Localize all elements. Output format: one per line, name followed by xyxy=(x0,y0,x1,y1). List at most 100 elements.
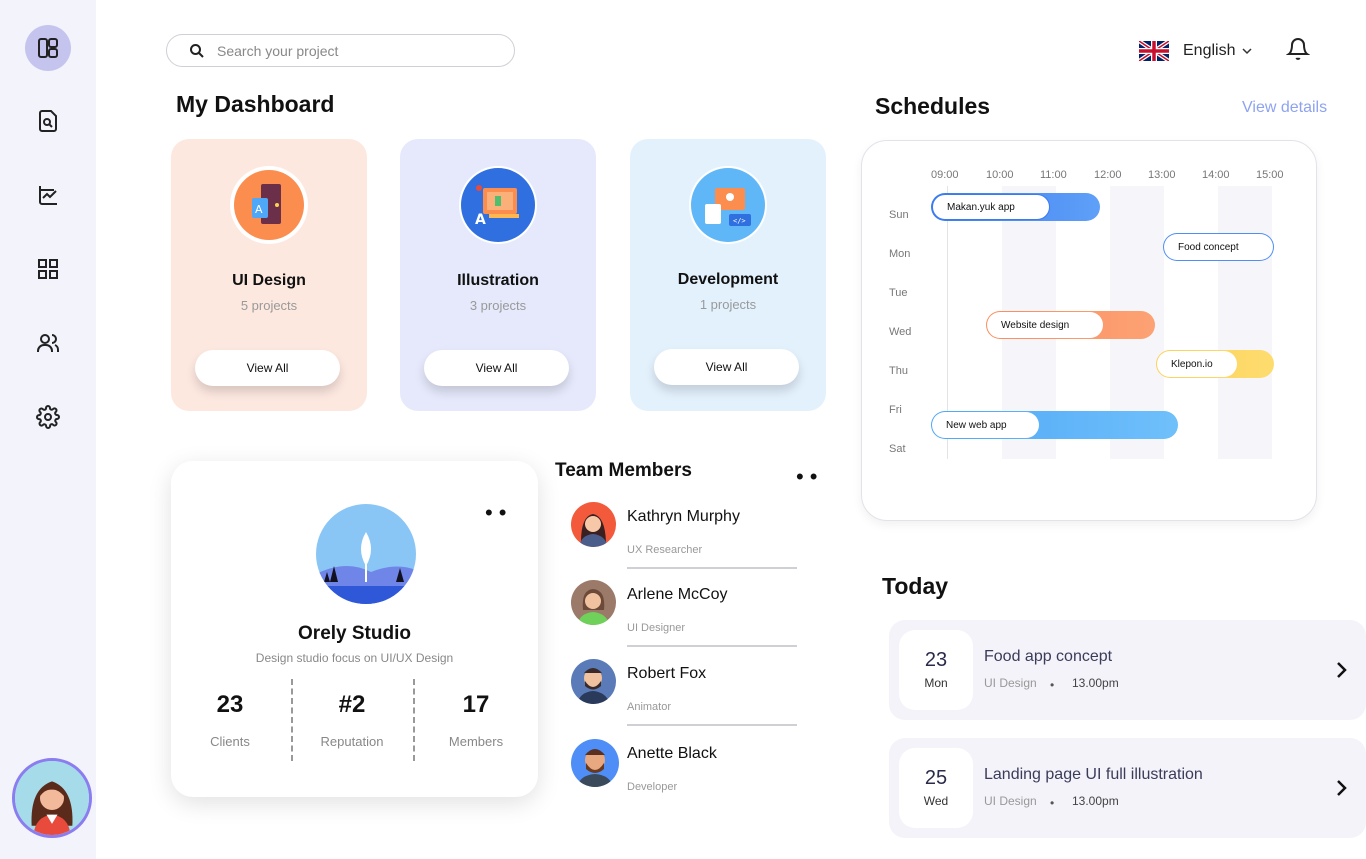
svg-text:A: A xyxy=(255,203,263,216)
chevron-down-icon xyxy=(1242,48,1253,55)
search-input[interactable] xyxy=(217,42,477,59)
member-name: Anette Black xyxy=(627,745,717,762)
search-icon xyxy=(190,43,204,58)
member-name: Arlene McCoy xyxy=(627,586,728,603)
member-avatar xyxy=(571,659,616,704)
day-label: Sun xyxy=(889,209,909,221)
schedule-event[interactable]: Makan.yuk app xyxy=(931,193,1100,221)
chart-icon xyxy=(39,186,57,205)
event-category: UI Design xyxy=(984,794,1037,808)
stat-members: 17 Members xyxy=(421,691,531,749)
member-avatar xyxy=(571,739,619,787)
time-label: 13:00 xyxy=(1148,169,1176,181)
bell-icon[interactable] xyxy=(1286,37,1310,61)
schedule-card: 09:00 10:00 11:00 12:00 13:00 14:00 15:0… xyxy=(861,140,1317,521)
event-label: New web app xyxy=(932,412,1039,438)
time-label: 09:00 xyxy=(931,169,959,181)
more-options-icon[interactable]: •• xyxy=(485,502,512,524)
category-count: 3 projects xyxy=(469,298,527,313)
stat-value: 17 xyxy=(462,691,490,718)
studio-card: •• Orely Studio Design studio focus on U… xyxy=(171,461,538,797)
uk-flag-icon xyxy=(1139,41,1169,61)
schedule-event[interactable]: Food concept xyxy=(1163,233,1274,261)
user-avatar[interactable] xyxy=(12,758,92,838)
svg-text:A: A xyxy=(475,212,486,228)
chevron-right-icon[interactable] xyxy=(1334,660,1348,680)
dashboard-title: My Dashboard xyxy=(176,91,335,117)
time-label: 14:00 xyxy=(1202,169,1230,181)
schedule-event[interactable]: Klepon.io xyxy=(1156,350,1274,378)
language-selector[interactable]: English xyxy=(1139,41,1253,61)
view-details-link[interactable]: View details xyxy=(1242,99,1327,117)
stat-reputation: #2 Reputation xyxy=(297,691,407,749)
stat-divider xyxy=(291,679,293,761)
member-name: Robert Fox xyxy=(627,665,707,682)
nav-documents-button[interactable] xyxy=(25,98,71,144)
ui-design-icon: A xyxy=(230,166,308,244)
team-member-item[interactable]: Kathryn Murphy UX Researcher xyxy=(571,502,801,588)
day-label: Thu xyxy=(889,365,908,377)
dashboard-icon xyxy=(38,38,58,58)
member-name: Kathryn Murphy xyxy=(627,508,740,525)
event-label: Food concept xyxy=(1164,234,1273,260)
event-time: 13.00pm xyxy=(1072,794,1119,808)
event-time: 13.00pm xyxy=(1072,676,1119,690)
event-label: Makan.yuk app xyxy=(932,194,1050,220)
illustration-icon: A xyxy=(459,166,537,244)
stat-divider xyxy=(413,679,415,761)
stat-value: #2 xyxy=(338,691,366,718)
date-weekday: Wed xyxy=(923,794,949,808)
event-title: Landing page UI full illustration xyxy=(984,766,1203,783)
date-badge: 23 Mon xyxy=(899,630,973,710)
nav-team-button[interactable] xyxy=(25,320,71,366)
category-card-ui-design: A UI Design 5 projects View All xyxy=(171,139,367,411)
view-all-button[interactable]: View All xyxy=(654,349,799,385)
day-label: Sat xyxy=(889,443,906,455)
event-title: Food app concept xyxy=(984,648,1113,665)
date-weekday: Mon xyxy=(924,676,948,690)
today-event-item[interactable]: 23 Mon Food app concept UI Design • 13.0… xyxy=(889,620,1366,720)
svg-text:</>: </> xyxy=(733,217,746,225)
schedule-event[interactable]: New web app xyxy=(931,411,1178,439)
event-label: Klepon.io xyxy=(1157,351,1237,377)
stat-clients: 23 Clients xyxy=(175,691,285,749)
language-label: English xyxy=(1183,42,1236,59)
today-event-item[interactable]: 25 Wed Landing page UI full illustration… xyxy=(889,738,1366,838)
day-label: Mon xyxy=(889,248,911,260)
day-label: Tue xyxy=(889,287,908,299)
team-member-item[interactable]: Robert Fox Animator xyxy=(571,659,801,745)
date-day: 25 xyxy=(924,767,948,789)
search-bar[interactable] xyxy=(166,34,515,67)
sidebar xyxy=(0,0,96,859)
event-category: UI Design xyxy=(984,676,1037,690)
category-count: 5 projects xyxy=(240,298,298,313)
view-all-button[interactable]: View All xyxy=(424,350,569,386)
grid-icon xyxy=(38,259,58,279)
schedule-grid: 09:00 10:00 11:00 12:00 13:00 14:00 15:0… xyxy=(872,151,1308,471)
category-card-illustration: A Illustration 3 projects View All xyxy=(400,139,596,411)
nav-dashboard-button[interactable] xyxy=(25,25,71,71)
member-role: UI Designer xyxy=(627,622,686,634)
nav-apps-button[interactable] xyxy=(25,246,71,292)
member-avatar xyxy=(571,580,616,625)
schedules-title: Schedules xyxy=(875,93,991,119)
studio-description: Design studio focus on UI/UX Design xyxy=(255,651,454,665)
day-label: Fri xyxy=(889,404,902,416)
team-member-item[interactable]: Arlene McCoy UI Designer xyxy=(571,580,801,666)
schedule-event[interactable]: Website design xyxy=(986,311,1155,339)
more-options-icon[interactable]: •• xyxy=(796,466,823,488)
team-members-title: Team Members xyxy=(555,460,692,481)
time-label: 11:00 xyxy=(1040,169,1067,181)
team-member-item[interactable]: Anette Black Developer xyxy=(571,739,801,825)
member-role: Developer xyxy=(627,781,678,793)
studio-name: Orely Studio xyxy=(298,623,411,644)
user-portrait-icon xyxy=(15,761,89,835)
chevron-right-icon[interactable] xyxy=(1334,778,1348,798)
time-label: 15:00 xyxy=(1256,169,1284,181)
view-all-button[interactable]: View All xyxy=(195,350,340,386)
nav-analytics-button[interactable] xyxy=(25,172,71,218)
separator-dot: • xyxy=(1050,796,1055,810)
member-avatar xyxy=(571,502,616,547)
nav-settings-button[interactable] xyxy=(25,394,71,440)
stat-label: Reputation xyxy=(320,734,384,749)
